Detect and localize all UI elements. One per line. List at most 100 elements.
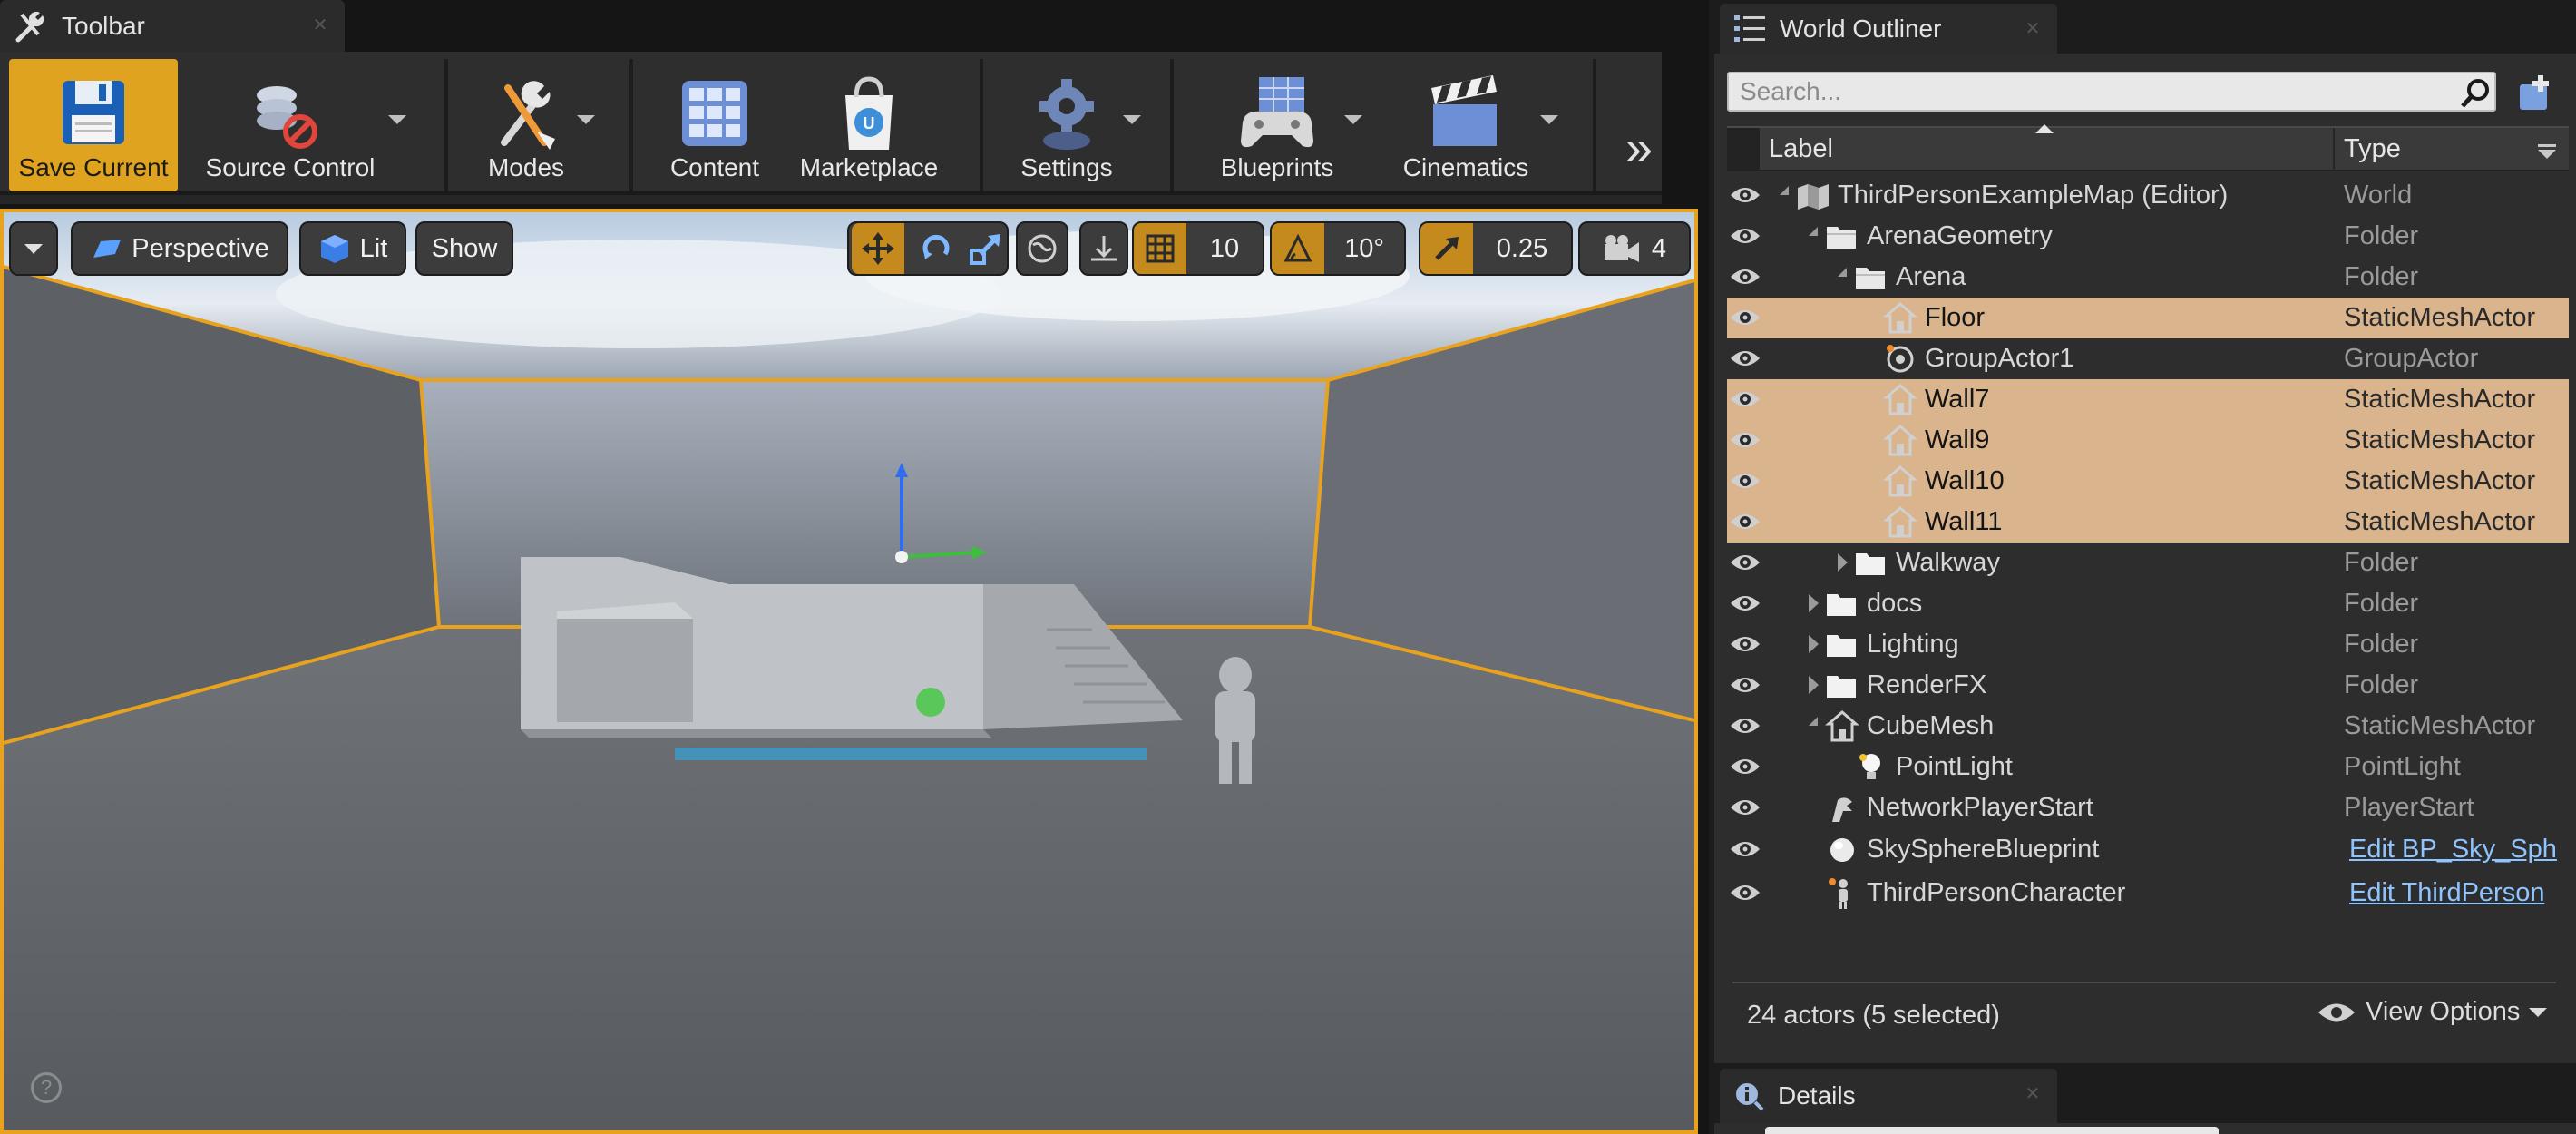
outliner-row[interactable]: RenderFX Folder: [1727, 665, 2569, 706]
rotation-snap-value[interactable]: 10°: [1324, 234, 1404, 264]
settings-button[interactable]: Settings: [994, 59, 1139, 191]
details-tab[interactable]: Details ✕: [1720, 1069, 2057, 1123]
search-icon[interactable]: [2460, 78, 2491, 109]
details-search-input[interactable]: [1765, 1127, 2219, 1134]
world-local-toggle[interactable]: [1016, 221, 1068, 276]
visibility-eye-icon[interactable]: [1729, 714, 1761, 738]
view-options-button[interactable]: View Options: [2317, 997, 2548, 1027]
edit-blueprint-link[interactable]: Edit BP_Sky_Sph: [2349, 835, 2557, 865]
outliner-row-label: ThirdPersonCharacter: [1867, 878, 2126, 907]
modes-button[interactable]: Modes: [463, 59, 590, 191]
visibility-eye-icon[interactable]: [1729, 347, 1761, 370]
outliner-row[interactable]: Arena Folder: [1727, 257, 2569, 298]
edit-blueprint-link[interactable]: Edit ThirdPerson: [2349, 878, 2544, 908]
outliner-row[interactable]: Wall11 StaticMeshActor: [1727, 502, 2569, 543]
visibility-eye-icon[interactable]: [1729, 469, 1761, 493]
grid-snap-toggle[interactable]: [1134, 223, 1186, 274]
visibility-eye-icon[interactable]: [1729, 224, 1761, 248]
close-icon[interactable]: ✕: [2025, 20, 2041, 38]
visibility-eye-icon[interactable]: [1729, 428, 1761, 452]
visibility-eye-icon[interactable]: [1729, 755, 1761, 778]
cinematics-button[interactable]: Cinematics: [1382, 59, 1549, 191]
viewport-options-dropdown[interactable]: [9, 221, 58, 276]
scale-icon[interactable]: [968, 230, 1004, 267]
outliner-row[interactable]: ArenaGeometry Folder: [1727, 216, 2569, 257]
visibility-eye-icon[interactable]: [1729, 510, 1761, 533]
label-column-header[interactable]: Label: [1769, 134, 1833, 164]
blueprints-dropdown-caret[interactable]: [1344, 115, 1362, 124]
perspective-view-button[interactable]: Perspective: [71, 221, 288, 276]
content-button[interactable]: Content: [648, 59, 782, 191]
visibility-eye-icon[interactable]: [1729, 837, 1761, 861]
expand-arrow-icon[interactable]: [1838, 553, 1848, 572]
lit-mode-button[interactable]: Lit: [299, 221, 406, 276]
toolbar-overflow-button[interactable]: »: [1625, 120, 1653, 176]
outliner-row[interactable]: Floor StaticMeshActor: [1727, 298, 2569, 338]
outliner-row[interactable]: SkySphereBlueprint Edit BP_Sky_Sph: [1727, 829, 2569, 870]
grid-snap-value[interactable]: 10: [1186, 234, 1263, 264]
source-control-button[interactable]: Source Control: [190, 59, 390, 191]
outliner-row[interactable]: Wall10 StaticMeshActor: [1727, 461, 2569, 502]
outliner-row[interactable]: ThirdPersonCharacter Edit ThirdPerson: [1727, 873, 2569, 914]
visibility-eye-icon[interactable]: [1729, 673, 1761, 697]
outliner-search-input[interactable]: Search...: [1727, 72, 2496, 112]
cinematics-dropdown-caret[interactable]: [1540, 115, 1558, 124]
expand-arrow-icon[interactable]: [1809, 635, 1819, 653]
close-icon[interactable]: ✕: [2025, 1085, 2041, 1103]
outliner-row[interactable]: Lighting Folder: [1727, 624, 2569, 665]
toolbar-tab[interactable]: Toolbar ✕: [0, 0, 345, 52]
world-outliner-tab[interactable]: World Outliner ✕: [1720, 4, 2057, 54]
collapse-arrow-icon[interactable]: [1809, 717, 1818, 726]
scale-snap-value[interactable]: 0.25: [1473, 234, 1571, 264]
modes-dropdown-caret[interactable]: [577, 115, 595, 124]
outliner-row[interactable]: GroupActor1 GroupActor: [1727, 338, 2569, 379]
outliner-row[interactable]: CubeMesh StaticMeshActor: [1727, 706, 2569, 747]
visibility-eye-icon[interactable]: [1729, 881, 1761, 904]
expand-arrow-icon[interactable]: [1809, 676, 1819, 694]
source-control-dropdown-caret[interactable]: [388, 115, 406, 124]
level-viewport[interactable]: Perspective Lit Show 10 10° 0.25 4 ?: [0, 209, 1698, 1134]
help-icon[interactable]: ?: [31, 1072, 62, 1103]
expand-arrow-icon[interactable]: [1809, 594, 1819, 612]
collapse-arrow-icon[interactable]: [1838, 268, 1847, 277]
visibility-eye-icon[interactable]: [1729, 265, 1761, 288]
outliner-row[interactable]: Wall9 StaticMeshActor: [1727, 420, 2569, 461]
visibility-eye-icon[interactable]: [1729, 551, 1761, 574]
rotation-snap-toggle[interactable]: [1272, 223, 1324, 274]
outliner-row[interactable]: PointLight PointLight: [1727, 747, 2569, 787]
outliner-row[interactable]: Walkway Folder: [1727, 543, 2569, 583]
visibility-eye-icon[interactable]: [1729, 796, 1761, 819]
visibility-eye-icon[interactable]: [1729, 183, 1761, 207]
outliner-row[interactable]: Wall7 StaticMeshActor: [1727, 379, 2569, 420]
marketplace-button[interactable]: U Marketplace: [785, 59, 952, 191]
collapse-arrow-icon[interactable]: [1809, 227, 1818, 236]
scale-snap-group: 0.25: [1419, 221, 1573, 276]
static-mesh-icon: [1824, 709, 1860, 744]
show-flags-button[interactable]: Show: [415, 221, 513, 276]
details-tab-title: Details: [1778, 1081, 1856, 1110]
outliner-row[interactable]: ThirdPersonExampleMap (Editor) World: [1727, 175, 2569, 216]
visibility-eye-icon[interactable]: [1729, 387, 1761, 411]
scale-snap-toggle[interactable]: [1420, 223, 1473, 274]
outliner-row[interactable]: NetworkPlayerStart PlayerStart: [1727, 787, 2569, 828]
blueprints-button[interactable]: Blueprints: [1194, 59, 1361, 191]
column-divider[interactable]: [2333, 128, 2335, 171]
visibility-eye-icon[interactable]: [1729, 591, 1761, 615]
visibility-eye-icon[interactable]: [1729, 632, 1761, 656]
translate-mode-button[interactable]: [851, 223, 904, 274]
type-column-header[interactable]: Type: [2344, 134, 2401, 164]
world-outliner-tab-title: World Outliner: [1780, 14, 1942, 43]
visibility-eye-icon[interactable]: [1729, 306, 1761, 329]
rotate-icon[interactable]: [918, 230, 954, 267]
add-actor-filter-icon[interactable]: [2513, 73, 2552, 113]
camera-speed-button[interactable]: 4: [1578, 221, 1691, 276]
outliner-row[interactable]: docs Folder: [1727, 583, 2569, 624]
save-current-button[interactable]: Save Current: [9, 59, 178, 191]
collapse-arrow-icon[interactable]: [1780, 186, 1789, 195]
settings-dropdown-caret[interactable]: [1123, 115, 1141, 124]
type-column-dropdown-icon[interactable]: [2538, 144, 2556, 159]
close-icon[interactable]: ✕: [312, 16, 328, 34]
visibility-column-header[interactable]: [1727, 128, 1760, 171]
surface-snap-button[interactable]: [1079, 221, 1128, 276]
chevron-down-icon: [2529, 1007, 2548, 1017]
